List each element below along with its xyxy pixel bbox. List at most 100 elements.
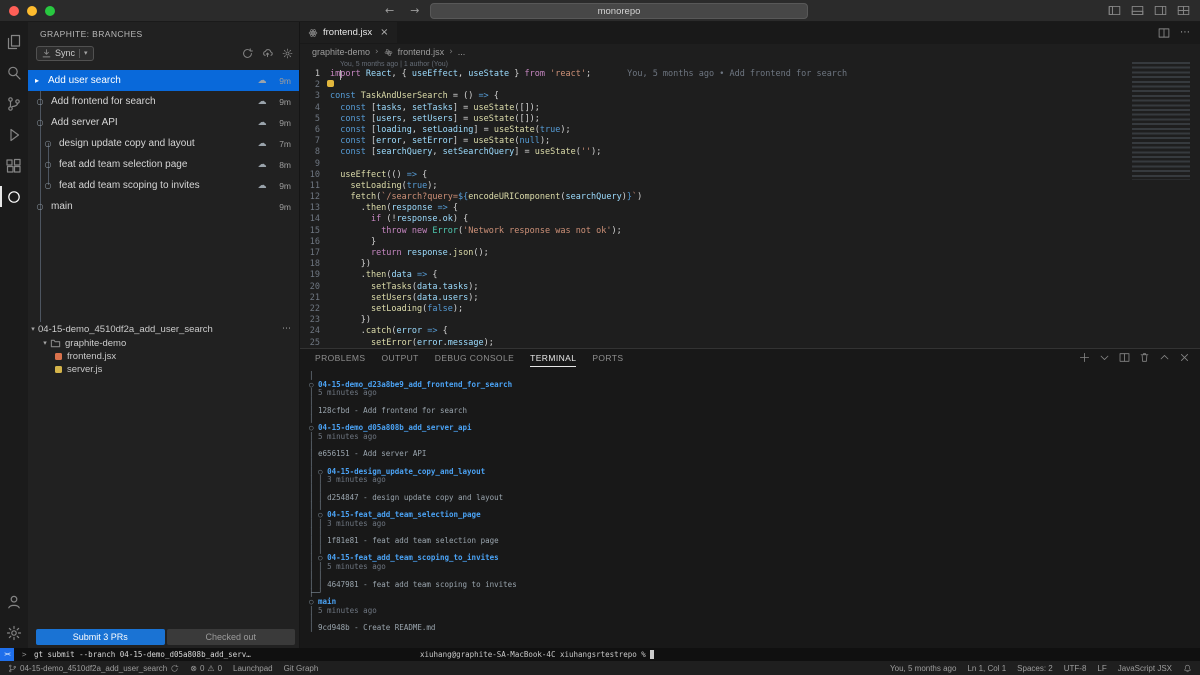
files-icon: [6, 34, 22, 50]
activity-run-debug[interactable]: [0, 119, 28, 150]
status-launchpad[interactable]: Launchpad: [233, 664, 273, 673]
cloud-icon[interactable]: [262, 48, 273, 59]
code-line: 19 .then(data => {: [300, 270, 1200, 281]
maximize-panel-icon[interactable]: [1159, 352, 1170, 363]
close-window-button[interactable]: [9, 6, 19, 16]
terminal-dropdown-icon[interactable]: [1099, 352, 1110, 363]
panel-tab-debug-console[interactable]: DEBUG CONSOLE: [435, 349, 514, 367]
settings-gear-icon[interactable]: [282, 48, 293, 59]
breadcrumb-file[interactable]: frontend.jsx: [398, 47, 445, 57]
activity-graphite[interactable]: [0, 181, 28, 212]
branch-item[interactable]: ○feat add team selection page☁8m: [28, 154, 299, 175]
split-editor-icon[interactable]: [1158, 27, 1170, 39]
line-number: 12: [300, 192, 330, 203]
status-blame[interactable]: You, 5 months ago: [890, 664, 956, 673]
panel-tab-problems[interactable]: PROBLEMS: [315, 349, 365, 367]
panel-tab-output[interactable]: OUTPUT: [381, 349, 418, 367]
activity-search[interactable]: [0, 57, 28, 88]
kill-terminal-icon[interactable]: [1139, 352, 1150, 363]
chevron-down-icon: ▾: [28, 325, 38, 333]
branch-label: Add server API: [51, 117, 255, 128]
customize-layout-icon[interactable]: [1177, 4, 1190, 17]
status-language[interactable]: JavaScript JSX: [1118, 664, 1172, 673]
notifications-bell-icon[interactable]: [1183, 664, 1192, 673]
editor-more-actions-icon[interactable]: ⋯: [1180, 27, 1190, 38]
branch-item[interactable]: ○design update copy and layout☁7m: [28, 133, 299, 154]
status-git-graph[interactable]: Git Graph: [284, 664, 319, 673]
status-eol[interactable]: LF: [1097, 664, 1106, 673]
lightbulb-icon[interactable]: [327, 80, 334, 87]
breadcrumb-symbol[interactable]: ...: [458, 47, 466, 57]
activity-settings[interactable]: [0, 617, 28, 648]
terminal-prompt-bar[interactable]: >< > gt submit --branch 04-15-demo_d05a8…: [0, 648, 1200, 661]
panel-tab-ports[interactable]: PORTS: [592, 349, 623, 367]
tab-frontend-jsx[interactable]: frontend.jsx ×: [300, 22, 398, 43]
refresh-icon[interactable]: [242, 48, 253, 59]
code-text: .catch(error => {: [330, 326, 448, 337]
branch-item[interactable]: ○feat add team scoping to invites☁9m: [28, 175, 299, 196]
tree-folder-item[interactable]: ▾ graphite-demo: [28, 336, 299, 350]
terminal-line: │ │ d254847 - design update copy and lay…: [309, 494, 1200, 503]
activity-accounts[interactable]: [0, 586, 28, 617]
submit-prs-button[interactable]: Submit 3 PRs: [36, 629, 165, 645]
tab-label: frontend.jsx: [323, 27, 372, 38]
file-item[interactable]: server.js: [28, 363, 299, 376]
code-text: const [tasks, setTasks] = useState([]);: [330, 103, 540, 114]
activity-explorer[interactable]: [0, 26, 28, 57]
sync-button[interactable]: Sync ▾: [36, 46, 94, 61]
close-tab-icon[interactable]: ×: [380, 27, 388, 38]
branch-time: 9m: [269, 181, 291, 191]
status-indentation[interactable]: Spaces: 2: [1017, 664, 1053, 673]
branch-label: Add user search: [48, 75, 255, 86]
branch-selected-arrow-icon: ▸: [31, 76, 43, 85]
activity-source-control[interactable]: [0, 88, 28, 119]
git-branch-icon: [8, 664, 17, 673]
minimap[interactable]: [1132, 62, 1190, 180]
status-branch-label: 04-15-demo_4510df2a_add_user_search: [20, 664, 167, 673]
status-bar: 04-15-demo_4510df2a_add_user_search ⊗ 0 …: [0, 661, 1200, 675]
branch-item[interactable]: ○Add frontend for search☁9m: [28, 91, 299, 112]
zoom-window-button[interactable]: [45, 6, 55, 16]
code-line: 2: [300, 80, 1200, 91]
toggle-sidebar-icon[interactable]: [1108, 4, 1121, 17]
breadcrumb-folder[interactable]: graphite-demo: [312, 47, 370, 57]
forward-icon[interactable]: →: [410, 4, 419, 17]
panel-tab-terminal[interactable]: TERMINAL: [530, 349, 576, 367]
close-panel-icon[interactable]: [1179, 352, 1190, 363]
status-cursor-position[interactable]: Ln 1, Col 1: [967, 664, 1006, 673]
code-editor[interactable]: You, 5 months ago | 1 author (You) 1impo…: [300, 60, 1200, 348]
codelens-blame[interactable]: You, 5 months ago | 1 author (You): [300, 60, 1200, 69]
branch-list: ▸ Add user search ☁ 9m ○Add frontend for sea…: [28, 70, 299, 217]
remote-indicator[interactable]: ><: [0, 648, 14, 661]
branch-item[interactable]: ▸Add user search☁9m: [28, 70, 299, 91]
toggle-panel-icon[interactable]: [1131, 4, 1144, 17]
split-terminal-icon[interactable]: [1119, 352, 1130, 363]
branch-dot-icon: ○: [34, 97, 46, 106]
status-problems[interactable]: ⊗ 0 ⚠ 0: [190, 664, 222, 673]
new-terminal-icon[interactable]: [1079, 352, 1090, 363]
cloud-upload-icon: ☁: [255, 97, 269, 107]
code-text: setLoading(true);: [330, 181, 438, 192]
run-debug-icon: [6, 127, 22, 143]
tree-root-item[interactable]: ▾ 04-15-demo_4510df2a_add_user_search ⋯: [28, 322, 299, 336]
branch-item[interactable]: ○Add server API☁9m: [28, 112, 299, 133]
status-branch[interactable]: 04-15-demo_4510df2a_add_user_search: [8, 664, 179, 673]
person-icon: [6, 594, 22, 610]
activity-extensions[interactable]: [0, 150, 28, 181]
branch-item[interactable]: ○main☁9m: [28, 196, 299, 217]
code-line: 5 const [users, setUsers] = useState([])…: [300, 114, 1200, 125]
workspace-title: monorepo: [598, 6, 641, 17]
back-icon[interactable]: ←: [385, 4, 394, 17]
toggle-secondary-sidebar-icon[interactable]: [1154, 4, 1167, 17]
file-item[interactable]: frontend.jsx: [28, 350, 299, 363]
code-text: setUsers(data.users);: [330, 293, 478, 304]
command-center[interactable]: monorepo: [430, 3, 808, 19]
line-number: 18: [300, 259, 330, 270]
terminal-output[interactable]: │○ 04-15-demo_d23a8be9_add_frontend_for_…: [300, 367, 1200, 648]
branch-time: 9m: [269, 202, 291, 212]
minimize-window-button[interactable]: [27, 6, 37, 16]
code-line: 24 .catch(error => {: [300, 326, 1200, 337]
more-actions-icon[interactable]: ⋯: [282, 324, 291, 334]
checked-out-button[interactable]: Checked out: [167, 629, 296, 645]
status-encoding[interactable]: UTF-8: [1064, 664, 1087, 673]
